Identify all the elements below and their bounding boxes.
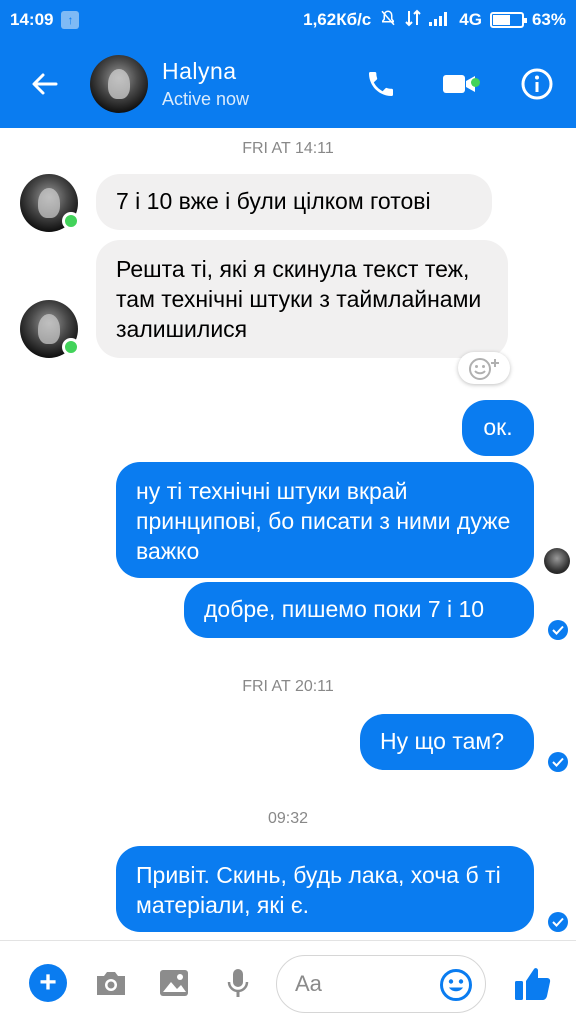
add-reaction-button[interactable] <box>458 352 510 384</box>
status-right: 1,62Кб/с 4G 63% <box>303 9 566 31</box>
message-input[interactable] <box>295 971 435 997</box>
message-list[interactable]: FRI AT 14:11 7 і 10 вже і були цілком го… <box>0 128 576 940</box>
delivered-check-icon <box>548 752 568 772</box>
status-time: 14:09 <box>10 10 54 29</box>
camera-icon <box>97 971 125 995</box>
thumbs-up-icon <box>515 968 551 1000</box>
incoming-message[interactable]: 7 і 10 вже і були цілком готові <box>96 174 492 230</box>
network-type: 4G <box>459 10 482 29</box>
incoming-message[interactable]: Решта ті, які я скинула текст теж, там т… <box>96 240 508 358</box>
sender-avatar[interactable] <box>20 300 80 358</box>
battery-percent: 63% <box>531 10 566 29</box>
network-speed: 1,62Кб/с <box>303 10 372 29</box>
contact-name: Halyna <box>162 58 237 84</box>
online-indicator <box>62 338 80 356</box>
microphone-icon <box>227 968 249 997</box>
timestamp: 09:32 <box>267 810 309 827</box>
composer-bar: + <box>0 940 576 1024</box>
emoji-button[interactable] <box>439 968 473 1002</box>
voice-call-button[interactable] <box>342 40 420 128</box>
video-online-dot <box>471 78 480 87</box>
outgoing-message[interactable]: ок. <box>462 400 534 456</box>
outgoing-message[interactable]: Ну що там? <box>360 714 534 770</box>
sender-avatar[interactable] <box>20 174 80 232</box>
info-button[interactable] <box>498 40 576 128</box>
like-button[interactable] <box>508 959 558 1009</box>
image-icon <box>160 969 188 996</box>
contact-info[interactable]: Halyna Active now <box>162 58 249 110</box>
status-bar: 14:09 ↑ 1,62Кб/с 4G 63% <box>0 0 576 40</box>
conversation-header: Halyna Active now <box>0 40 576 128</box>
battery-icon <box>489 12 527 28</box>
battery-fill <box>492 15 510 25</box>
video-call-button[interactable] <box>420 40 498 128</box>
outgoing-message[interactable]: добре, пишемо поки 7 і 10 <box>184 582 534 638</box>
contact-avatar[interactable] <box>90 55 148 113</box>
delivered-check-icon <box>548 620 568 640</box>
voice-message-button[interactable] <box>206 941 270 1025</box>
seen-avatar <box>544 548 570 574</box>
smiley-plus-icon <box>469 358 499 380</box>
phone-icon <box>369 72 393 96</box>
signal-icon <box>429 10 451 31</box>
camera-button[interactable] <box>90 941 132 1025</box>
upload-icon: ↑ <box>61 11 80 29</box>
info-icon <box>521 68 553 100</box>
timestamp: FRI AT 14:11 <box>242 140 334 157</box>
back-arrow-icon <box>32 73 58 95</box>
emoji-icon <box>440 969 472 1001</box>
timestamp: FRI AT 20:11 <box>242 678 334 695</box>
outgoing-message[interactable]: Привіт. Скинь, будь лака, хоча б ті мате… <box>116 846 534 932</box>
back-button[interactable] <box>0 40 90 128</box>
online-indicator <box>62 212 80 230</box>
mute-bell-icon <box>379 9 397 31</box>
message-input-container[interactable] <box>276 955 486 1013</box>
gallery-button[interactable] <box>142 941 206 1025</box>
plus-icon: + <box>29 963 67 1002</box>
delivered-check-icon <box>548 912 568 932</box>
header-actions <box>342 40 576 128</box>
contact-status: Active now <box>162 89 250 109</box>
outgoing-message[interactable]: ну ті технічні штуки вкрай принципові, б… <box>116 462 534 578</box>
data-arrows-icon <box>405 9 421 31</box>
more-actions-button[interactable]: + <box>0 941 96 1025</box>
